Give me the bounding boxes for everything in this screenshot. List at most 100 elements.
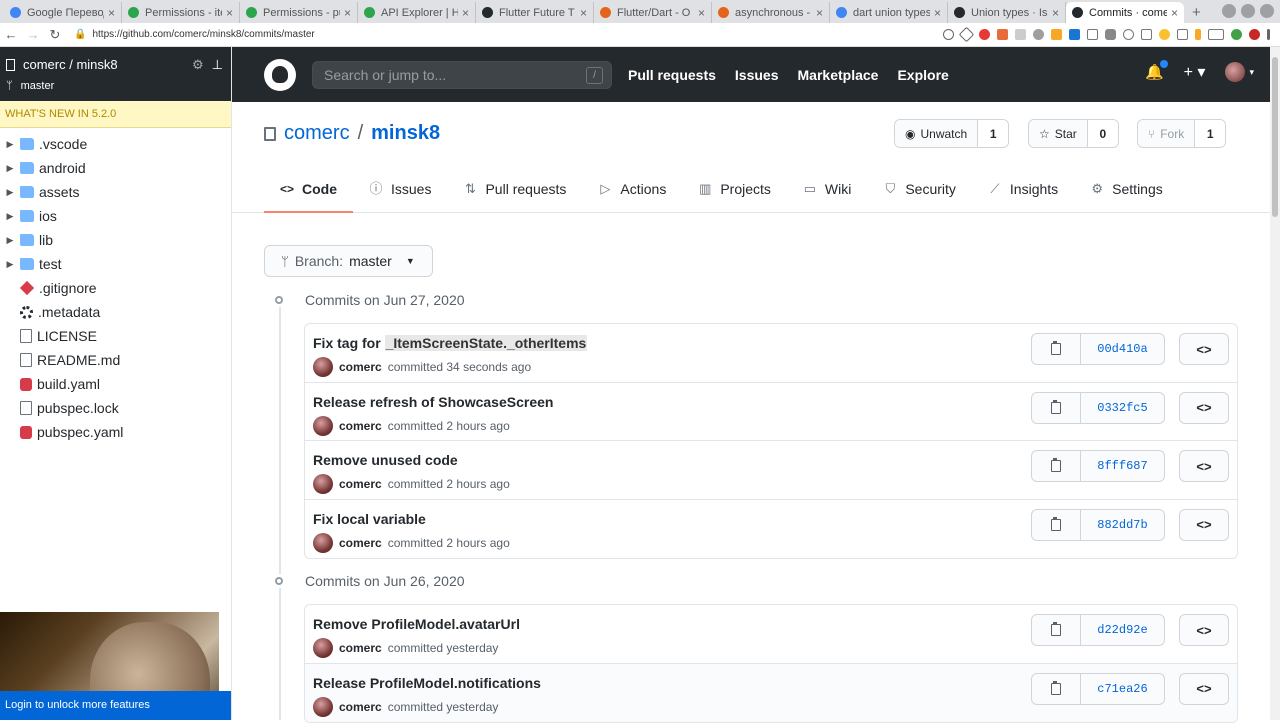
commit-sha-link[interactable]: 0332fc5 [1081, 393, 1164, 423]
commit-message-text[interactable]: Fix tag for [313, 335, 385, 351]
chevron-right-icon[interactable]: ▶ [0, 259, 20, 270]
github-logo-icon[interactable] [264, 58, 296, 91]
tree-item[interactable]: ▶ assets [0, 180, 231, 204]
browse-code-button[interactable]: <> [1179, 391, 1229, 424]
browser-tab[interactable]: Commits · comer × [1066, 2, 1184, 23]
tree-item[interactable]: pubspec.yaml [0, 420, 231, 444]
tree-item[interactable]: build.yaml [0, 372, 231, 396]
close-window-button[interactable] [1260, 4, 1274, 18]
browser-menu-icon[interactable] [1267, 29, 1270, 40]
tab-projects[interactable]: ▥ Projects [682, 166, 787, 213]
browse-code-button[interactable]: <> [1179, 508, 1229, 541]
close-icon[interactable]: × [1171, 6, 1178, 20]
browse-code-button[interactable]: <> [1179, 614, 1229, 646]
commit-message-text[interactable]: Release ProfileModel.notifications [313, 675, 541, 691]
extension-icon[interactable] [1069, 29, 1080, 40]
repo-owner-link[interactable]: comerc [284, 122, 350, 145]
copy-sha-button[interactable] [1032, 615, 1081, 645]
browser-tab[interactable]: asynchronous - × [712, 2, 830, 23]
tab-actions[interactable]: ▷ Actions [582, 166, 682, 213]
avatar[interactable] [313, 357, 333, 377]
close-icon[interactable]: × [816, 6, 823, 20]
copy-sha-button[interactable] [1032, 334, 1081, 364]
close-icon[interactable]: × [934, 6, 941, 20]
close-icon[interactable]: × [580, 6, 587, 20]
unwatch-button[interactable]: ◉ Unwatch [895, 120, 979, 147]
extension-icon[interactable] [997, 29, 1008, 40]
commit-message-text[interactable]: Remove ProfileModel.avatarUrl [313, 616, 520, 632]
url-field[interactable]: 🔒 https://github.com/comerc/minsk8/commi… [74, 29, 943, 40]
zoom-icon[interactable] [943, 29, 954, 40]
commit-sha-link[interactable]: c71ea26 [1081, 674, 1164, 704]
watch-count[interactable]: 1 [978, 120, 1009, 147]
star-button[interactable]: ☆ Star [1029, 120, 1088, 147]
copy-sha-button[interactable] [1032, 509, 1081, 540]
extension-icon[interactable] [1051, 29, 1062, 40]
header-nav-issues[interactable]: Issues [735, 67, 779, 83]
browser-tab[interactable]: Flutter Future T × [476, 2, 594, 23]
fork-button[interactable]: ⑂ Fork [1138, 120, 1196, 147]
extension-icon[interactable] [1195, 29, 1201, 40]
browser-tab[interactable]: Permissions - pub × [240, 2, 358, 23]
commit-message-highlight[interactable]: _ItemScreenState._otherItems [384, 335, 588, 351]
browse-code-button[interactable]: <> [1179, 333, 1229, 365]
chevron-right-icon[interactable]: ▶ [0, 139, 20, 150]
chevron-right-icon[interactable]: ▶ [0, 211, 20, 222]
move-icon[interactable] [1123, 29, 1134, 40]
user-menu[interactable]: ▾ [1225, 62, 1254, 82]
star-count[interactable]: 0 [1087, 120, 1118, 147]
minimize-window-button[interactable] [1222, 4, 1236, 18]
scrollbar-thumb[interactable] [1272, 57, 1278, 217]
commit-sha-link[interactable]: d22d92e [1081, 615, 1164, 645]
tab-settings[interactable]: ⚙ Settings [1074, 166, 1179, 213]
extension-icon[interactable] [1087, 29, 1098, 40]
forward-icon[interactable]: → [22, 27, 44, 42]
tree-item[interactable]: ▶ ios [0, 204, 231, 228]
browser-tab[interactable]: API Explorer | Hi × [358, 2, 476, 23]
maximize-window-button[interactable] [1241, 4, 1255, 18]
adblock-icon[interactable] [979, 29, 990, 40]
close-icon[interactable]: × [698, 6, 705, 20]
repo-name-link[interactable]: minsk8 [371, 122, 440, 145]
browse-code-button[interactable]: <> [1179, 672, 1229, 705]
tab-wiki[interactable]: ▭ Wiki [787, 166, 867, 213]
tree-item[interactable]: .gitignore [0, 276, 231, 300]
commit-message-text[interactable]: Fix local variable [313, 511, 426, 527]
bookmark-star-icon[interactable] [958, 26, 975, 43]
tree-item[interactable]: ▶ lib [0, 228, 231, 252]
whats-new-banner[interactable]: WHAT'S NEW IN 5.2.0 [0, 101, 231, 128]
extension-icon[interactable] [1141, 29, 1152, 40]
close-icon[interactable]: × [344, 6, 351, 20]
header-nav-marketplace[interactable]: Marketplace [798, 67, 879, 83]
copy-sha-button[interactable] [1032, 673, 1081, 704]
tab-security[interactable]: ⛉ Security [867, 166, 972, 213]
extension-icon[interactable] [1177, 29, 1188, 40]
login-banner[interactable]: Login to unlock more features [0, 691, 231, 720]
camera-icon[interactable] [1105, 29, 1116, 40]
chevron-right-icon[interactable]: ▶ [0, 235, 20, 246]
browser-tab[interactable]: Google Переводчик × [4, 2, 122, 23]
branch-selector[interactable]: ᛘ Branch: master ▼ [264, 245, 433, 277]
new-tab-plus-icon[interactable]: + [1184, 2, 1209, 23]
reload-icon[interactable]: ↻ [44, 27, 66, 43]
commit-author[interactable]: comerc [339, 419, 382, 433]
commit-author[interactable]: comerc [339, 700, 382, 714]
tab-insights[interactable]: ⟋ Insights [972, 166, 1074, 213]
tree-item[interactable]: pubspec.lock [0, 396, 231, 420]
browse-code-button[interactable]: <> [1179, 450, 1229, 482]
create-new-plus-icon[interactable]: + ▾ [1184, 62, 1206, 82]
tree-item[interactable]: ▶ test [0, 252, 231, 276]
tree-item[interactable]: ▶ android [0, 156, 231, 180]
commit-sha-link[interactable]: 00d410a [1081, 334, 1164, 364]
tab-pull-requests[interactable]: ⇅ Pull requests [447, 166, 582, 213]
browser-tab[interactable]: Flutter/Dart - O × [594, 2, 712, 23]
commit-author[interactable]: comerc [339, 360, 382, 374]
tree-item[interactable]: LICENSE [0, 324, 231, 348]
extension-icon[interactable] [1249, 29, 1260, 40]
extension-icon[interactable] [1033, 29, 1044, 40]
sidebar-repo-name[interactable]: comerc / minsk8 [23, 57, 118, 72]
search-input[interactable]: Search or jump to... / [312, 60, 612, 89]
commit-author[interactable]: comerc [339, 536, 382, 550]
notifications-bell-icon[interactable]: 🔔 [1145, 60, 1168, 81]
extension-icon[interactable] [1231, 29, 1242, 40]
